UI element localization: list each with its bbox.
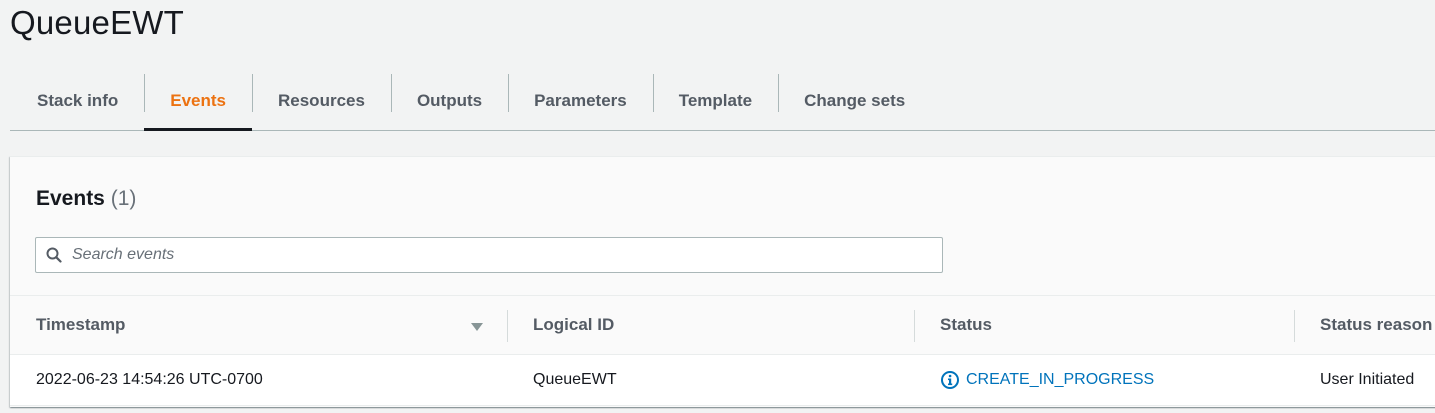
- status-link[interactable]: CREATE_IN_PROGRESS: [940, 370, 1154, 390]
- events-heading-label: Events: [36, 187, 105, 210]
- tab-label: Parameters: [534, 91, 627, 110]
- tab-stack-info[interactable]: Stack info: [10, 72, 144, 130]
- tab-change-sets[interactable]: Change sets: [778, 72, 931, 130]
- events-count: (1): [110, 187, 137, 210]
- table-row: 2022-06-23 14:54:26 UTC-0700 QueueEWT CR…: [10, 355, 1435, 406]
- table-header: Timestamp Logical ID Status Status reaso…: [10, 295, 1435, 355]
- page-title: QueueEWT: [10, 4, 184, 41]
- tab-label: Outputs: [416, 91, 483, 110]
- column-divider[interactable]: [507, 310, 508, 342]
- column-header-label: Status: [940, 315, 992, 334]
- cell-status: CREATE_IN_PROGRESS: [940, 355, 1154, 405]
- tab-label: Change sets: [804, 91, 906, 110]
- cell-logical-id: QueueEWT: [533, 371, 617, 388]
- status-text: CREATE_IN_PROGRESS: [966, 371, 1155, 388]
- column-header-label: Logical ID: [533, 315, 615, 334]
- column-header-label: Status reason: [1320, 315, 1433, 334]
- column-divider[interactable]: [1294, 310, 1295, 342]
- column-divider[interactable]: [914, 310, 915, 342]
- events-panel: Events (1) Timestamp Logical ID: [10, 156, 1435, 407]
- column-header-status[interactable]: Status: [940, 296, 992, 354]
- column-header-status-reason[interactable]: Status reason: [1320, 296, 1432, 354]
- tab-resources[interactable]: Resources: [252, 72, 391, 130]
- tab-label: Template: [678, 91, 753, 110]
- tab-events[interactable]: Events: [144, 72, 252, 131]
- column-header-label: Timestamp: [36, 315, 126, 334]
- tab-template[interactable]: Template: [652, 72, 778, 130]
- tab-label: Events: [170, 91, 226, 110]
- tab-bar: Stack info Events Resources Outputs Para…: [10, 72, 1435, 131]
- tab-label: Stack info: [37, 91, 119, 110]
- column-header-logical-id[interactable]: Logical ID: [533, 296, 614, 354]
- tab-outputs[interactable]: Outputs: [390, 72, 508, 130]
- cell-timestamp: 2022-06-23 14:54:26 UTC-0700: [36, 371, 263, 388]
- info-icon: [941, 371, 959, 389]
- events-table: Timestamp Logical ID Status Status reaso…: [10, 295, 1435, 406]
- search-icon: [36, 237, 72, 273]
- tab-parameters[interactable]: Parameters: [508, 72, 653, 130]
- caret-down-icon[interactable]: [470, 320, 484, 332]
- tab-label: Resources: [278, 91, 365, 110]
- cell-status-reason: User Initiated: [1320, 371, 1415, 388]
- column-header-timestamp[interactable]: Timestamp: [36, 296, 125, 354]
- search-input[interactable]: [72, 240, 912, 270]
- events-heading: Events (1): [36, 187, 136, 211]
- search-field[interactable]: [35, 237, 943, 273]
